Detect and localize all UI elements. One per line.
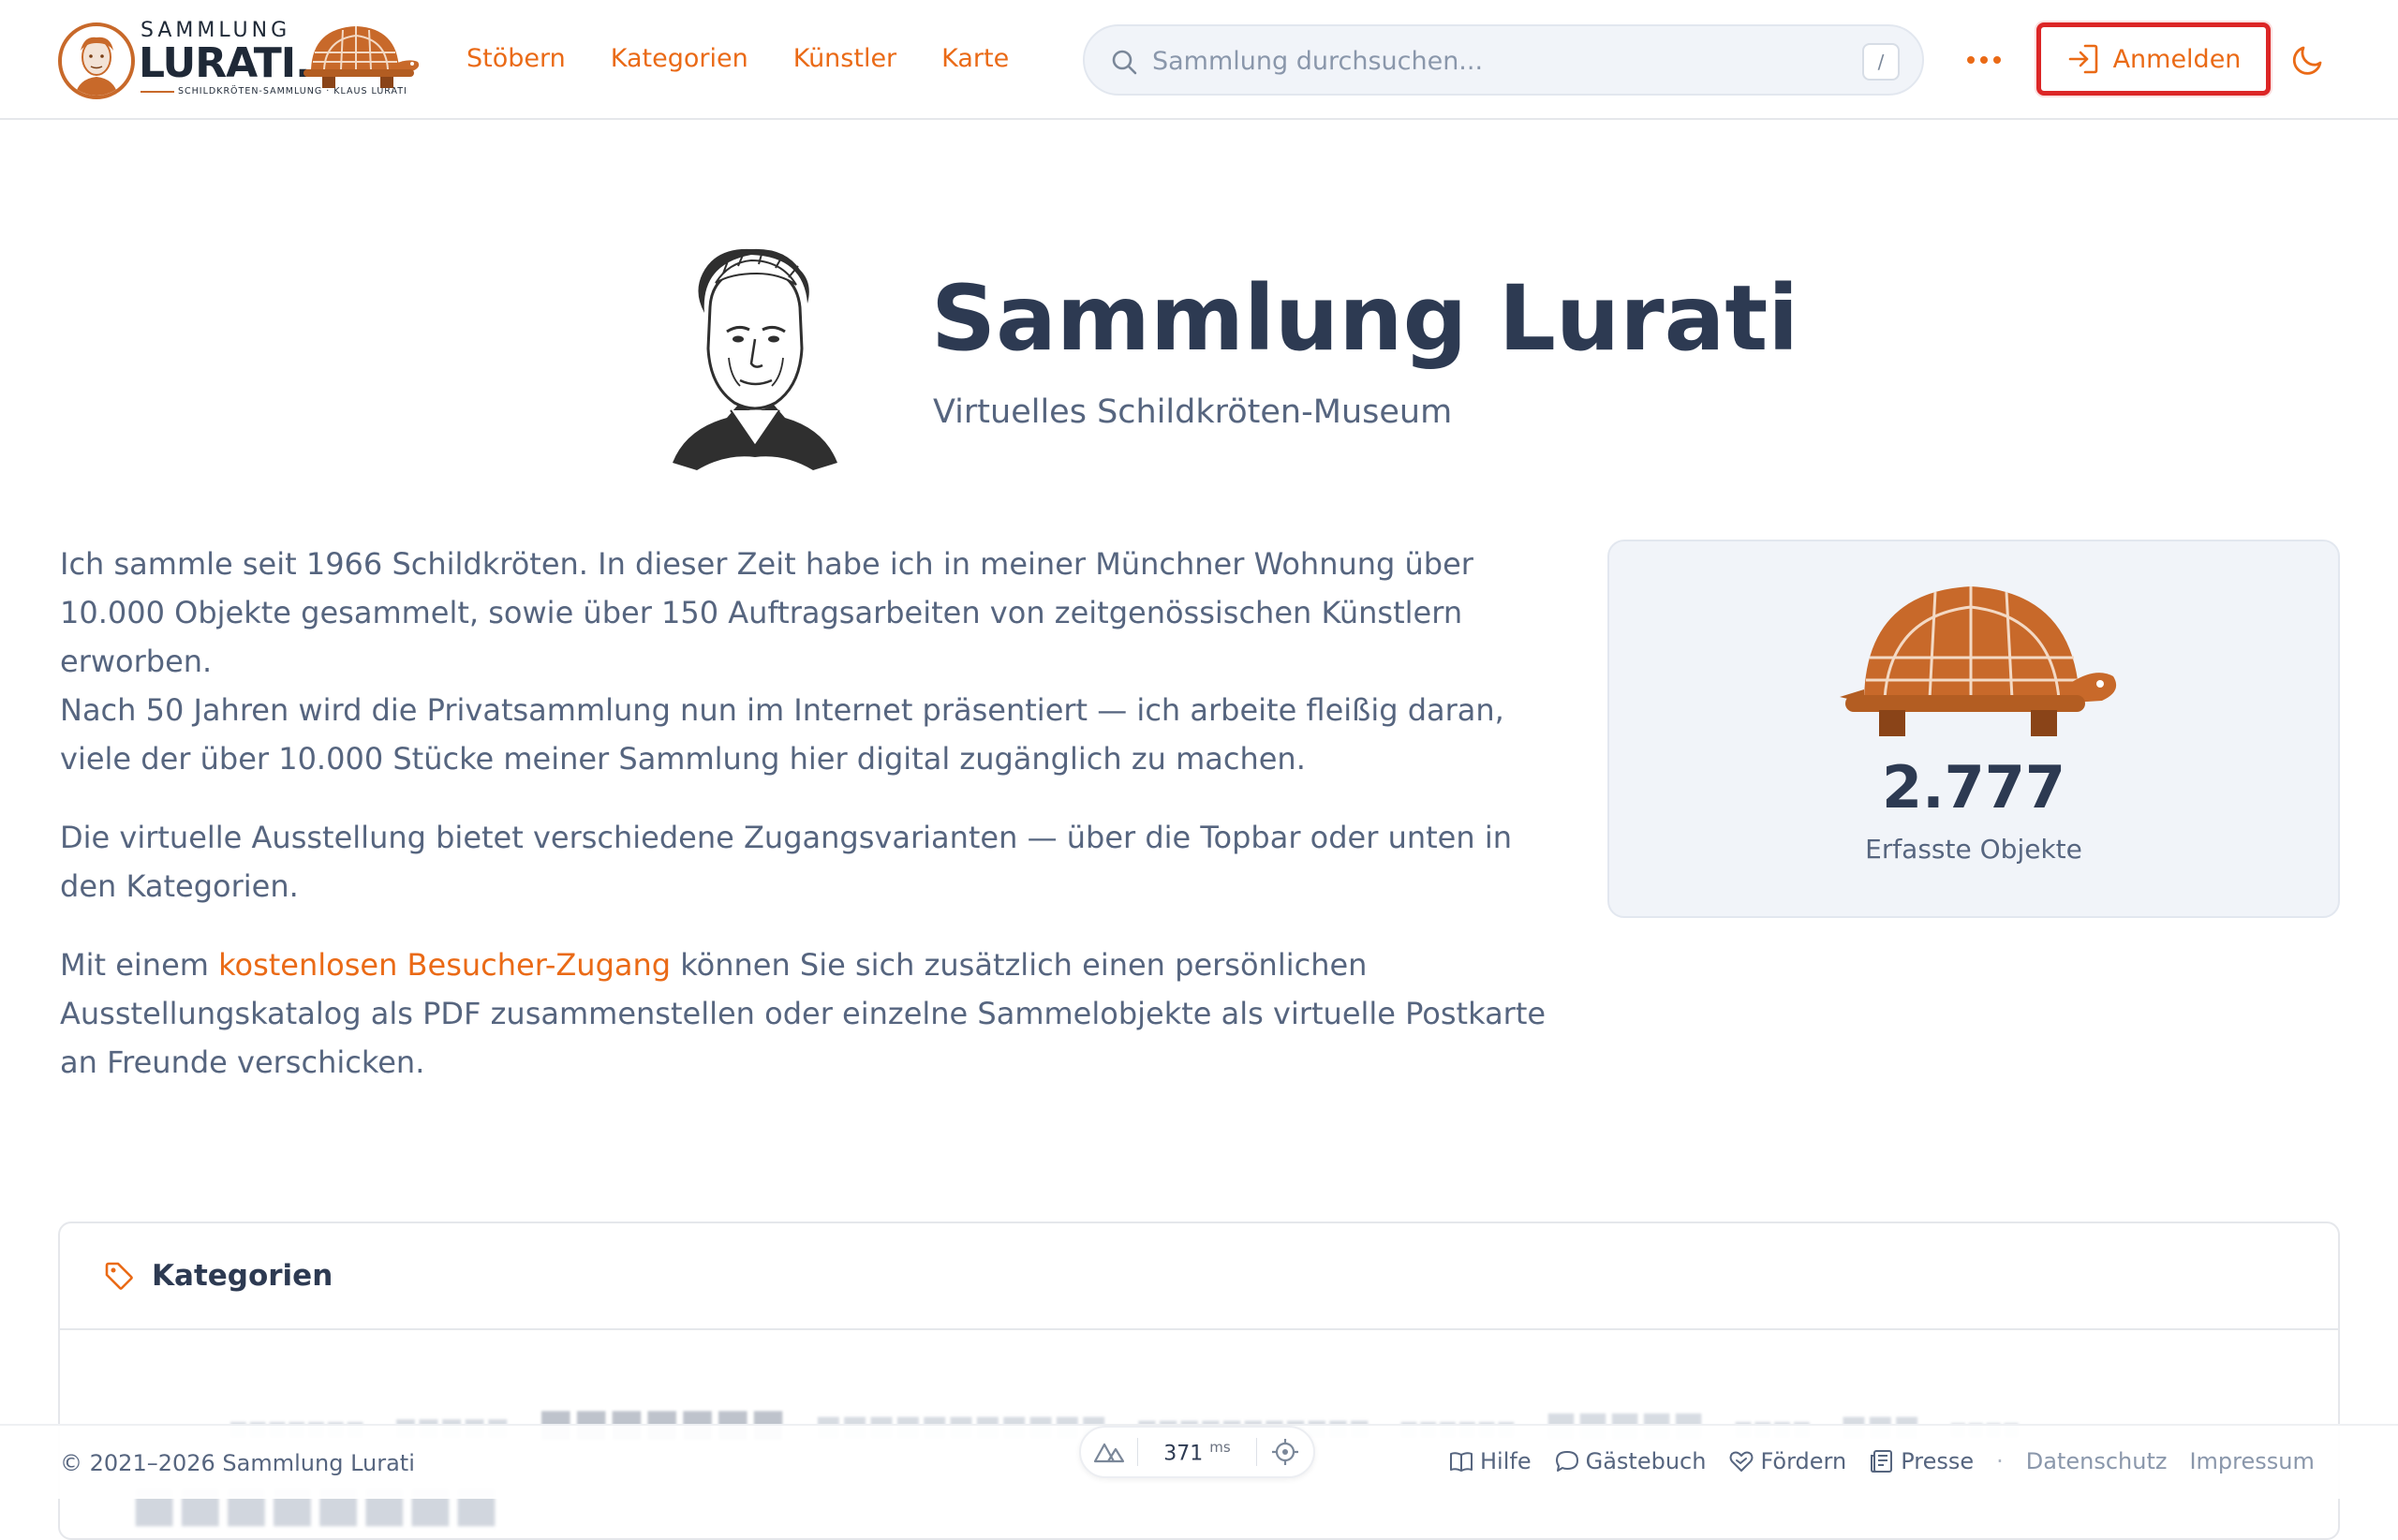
- search-shortcut-key: /: [1862, 43, 1900, 81]
- response-time-readout: 371 ms: [1138, 1439, 1256, 1465]
- footer-link-impressum[interactable]: Impressum: [2189, 1448, 2314, 1474]
- framework-logo: [1081, 1428, 1137, 1476]
- footer-link-gaestebuch-label: Gästebuch: [1585, 1448, 1707, 1474]
- more-menu-button[interactable]: [1961, 37, 2006, 82]
- categories-header: Kategorien: [60, 1223, 2338, 1330]
- theme-toggle-button[interactable]: [2286, 36, 2332, 82]
- response-time-unit: ms: [1209, 1438, 1231, 1456]
- more-dots-icon: [1967, 56, 2001, 64]
- footer-link-hilfe-label: Hilfe: [1480, 1448, 1532, 1474]
- footer-separator: ·: [1996, 1448, 2004, 1474]
- footer-link-foerdern[interactable]: Fördern: [1728, 1448, 1846, 1474]
- visitor-access-link[interactable]: kostenlosen Besucher-Zugang: [218, 947, 671, 983]
- object-count-card: 2.777 Erfasste Objekte: [1607, 540, 2340, 918]
- site-logo[interactable]: SAMMLUNG LURATI. SCHILDKRÖTEN-SAMMLUNG ·…: [58, 19, 423, 103]
- newspaper-icon: [1871, 1450, 1893, 1473]
- search-input[interactable]: [1152, 39, 1808, 82]
- object-count-value: 2.777: [1881, 753, 2066, 822]
- main-nav: Stöbern Kategorien Künstler Karte: [466, 0, 1009, 116]
- logo-turtle-icon: [303, 26, 420, 88]
- intro-text: Ich sammle seit 1966 Schildkröten. In di…: [60, 540, 1568, 1117]
- nav-karte[interactable]: Karte: [941, 44, 1009, 73]
- footer-link-hilfe[interactable]: Hilfe: [1448, 1448, 1532, 1474]
- footer-link-presse[interactable]: Presse: [1869, 1448, 1974, 1474]
- login-label: Anmelden: [2112, 44, 2242, 74]
- page-subtitle: Virtuelles Schildkröten-Museum: [933, 393, 1453, 431]
- nav-kategorien[interactable]: Kategorien: [611, 44, 748, 73]
- collector-portrait-image: [673, 248, 837, 470]
- footer-link-presse-label: Presse: [1901, 1448, 1975, 1474]
- heart-hand-icon: [1729, 1451, 1754, 1472]
- locate-button[interactable]: [1257, 1428, 1313, 1476]
- object-count-label: Erfasste Objekte: [1865, 834, 2082, 865]
- book-icon: [1450, 1452, 1473, 1472]
- turtle-icon: [1840, 586, 2117, 736]
- footer-links: Hilfe Gästebuch Fördern Presse · Datensc…: [1448, 1424, 2337, 1499]
- intro-p1-line2: Nach 50 Jahren wird die Privatsammlung n…: [60, 692, 1504, 777]
- login-button[interactable]: Anmelden: [2036, 22, 2271, 96]
- nav-stoebern[interactable]: Stöbern: [466, 44, 566, 73]
- footer-link-gaestebuch[interactable]: Gästebuch: [1554, 1448, 1707, 1474]
- chat-icon: [1555, 1451, 1578, 1472]
- tag-icon: [105, 1262, 133, 1290]
- intro-paragraph-3: Mit einem kostenlosen Besucher-Zugang kö…: [60, 940, 1568, 1087]
- top-bar: SAMMLUNG LURATI. SCHILDKRÖTEN-SAMMLUNG ·…: [0, 0, 2398, 120]
- response-time-value: 371: [1163, 1442, 1204, 1466]
- performance-widget[interactable]: 371 ms: [1079, 1426, 1315, 1478]
- logo-word-lurati: LURATI.: [139, 39, 311, 87]
- portrait-medal-icon: [58, 22, 135, 99]
- footer-link-datenschutz[interactable]: Datenschutz: [2026, 1448, 2168, 1474]
- search-icon: [1112, 50, 1137, 75]
- intro-paragraph-2: Die virtuelle Ausstellung bietet verschi…: [60, 820, 1512, 904]
- moon-icon: [2292, 46, 2322, 75]
- login-icon: [2068, 44, 2097, 74]
- intro-p3-before: Mit einem: [60, 947, 219, 983]
- copyright-text: © 2021–2026 Sammlung Lurati: [60, 1450, 415, 1476]
- categories-title: Kategorien: [152, 1259, 333, 1293]
- crosshair-icon: [1272, 1439, 1298, 1465]
- nav-kuenstler[interactable]: Künstler: [793, 44, 896, 73]
- footer-link-foerdern-label: Fördern: [1760, 1448, 1847, 1474]
- search-bar[interactable]: /: [1083, 24, 1924, 96]
- intro-paragraph-1: Ich sammle seit 1966 Schildkröten. In di…: [60, 540, 1568, 783]
- mountain-icon: [1093, 1443, 1125, 1463]
- page-title: Sammlung Lurati: [931, 266, 1799, 371]
- intro-p1-line1: Ich sammle seit 1966 Schildkröten. In di…: [60, 546, 1473, 679]
